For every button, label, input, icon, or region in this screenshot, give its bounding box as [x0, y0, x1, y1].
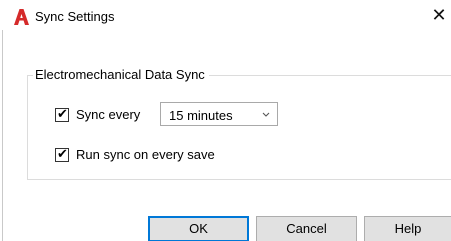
sync-every-label[interactable]: Sync every: [76, 106, 140, 123]
help-button[interactable]: Help: [364, 216, 451, 241]
autocad-a-icon: [14, 9, 29, 25]
run-on-save-checkbox[interactable]: ✔: [55, 146, 69, 162]
checkmark-icon: ✔: [57, 146, 68, 161]
close-button[interactable]: ✕: [428, 4, 450, 26]
checkmark-icon: ✔: [57, 106, 68, 121]
title-bar: Sync Settings ✕: [0, 0, 451, 30]
run-on-save-label[interactable]: Run sync on every save: [76, 146, 215, 163]
dialog-title: Sync Settings: [35, 9, 115, 24]
groupbox-legend: Electromechanical Data Sync: [33, 66, 209, 83]
cancel-button[interactable]: Cancel: [256, 216, 357, 241]
window-left-edge: [2, 30, 3, 241]
close-icon: ✕: [431, 5, 447, 25]
sync-settings-dialog: Sync Settings ✕ Electromechanical Data S…: [0, 0, 451, 241]
sync-every-checkbox[interactable]: ✔: [55, 106, 69, 122]
sync-interval-select[interactable]: 15 minutes: [160, 102, 278, 126]
ok-button[interactable]: OK: [148, 216, 249, 241]
chevron-down-icon: [261, 107, 271, 121]
sync-interval-value: 15 minutes: [169, 108, 233, 123]
sync-groupbox: [27, 75, 451, 180]
